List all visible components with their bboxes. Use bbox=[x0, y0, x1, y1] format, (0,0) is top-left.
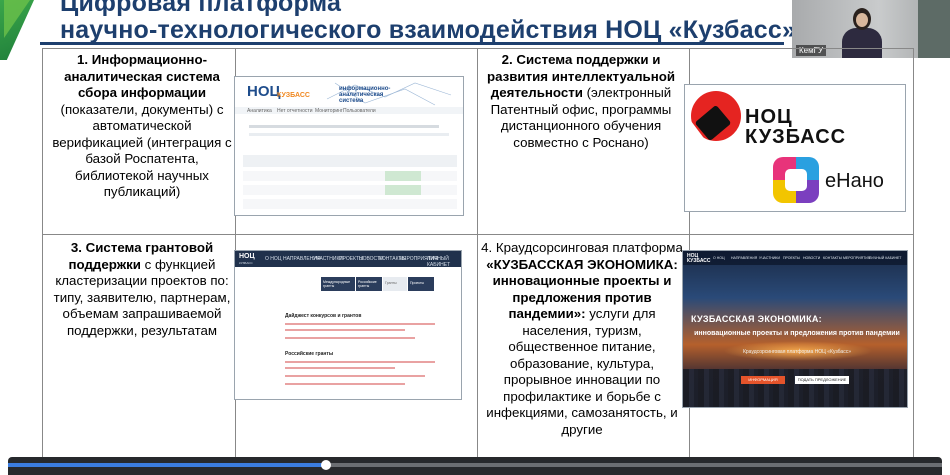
shot1-nav-4[interactable]: Пользователи bbox=[343, 108, 376, 114]
shot1-nav-3[interactable]: Мониторинг bbox=[315, 108, 343, 114]
shot3-tab-1[interactable]: Международные гранты bbox=[321, 277, 355, 291]
shot1-table-row bbox=[243, 185, 457, 195]
shot3-nav-8[interactable]: ЛИЧНЫЙ КАБИНЕТ bbox=[427, 256, 461, 268]
noc-logo-line-1: НОЦ bbox=[745, 106, 793, 128]
shot3-tab-3[interactable]: Гранты bbox=[383, 277, 407, 291]
cell-4-text: 4. Краудсорсинговая платформа «КУЗБАССКА… bbox=[480, 240, 684, 438]
slide-title: Цифровая платформа научно-технологическо… bbox=[60, 0, 797, 44]
hero-nav-1[interactable]: О НОЦ bbox=[713, 256, 725, 260]
cell-3-text: 3. Система грантовой поддержки с функцие… bbox=[48, 240, 236, 339]
cell-1-text: 1. Информационно-аналитическая система с… bbox=[50, 52, 234, 201]
hero-nav-7[interactable]: МЕРОПРИЯТИЯ bbox=[843, 256, 870, 260]
shot3-tab-1-label: Международные гранты bbox=[323, 280, 351, 288]
grants-screenshot: НОЦ КУЗБАСС О НОЦ НАПРАВЛЕНИЯ УЧАСТНИКИ … bbox=[234, 250, 462, 400]
info-system-screenshot: НОЦ КУЗБАСС информационно-аналитическая … bbox=[234, 76, 464, 216]
hero-nav-3[interactable]: УЧАСТНИКИ bbox=[759, 256, 780, 260]
shot3-section-1: Дайджест конкурсов и грантов bbox=[285, 313, 362, 319]
shot1-logo: НОЦ bbox=[247, 83, 281, 100]
shot1-system-title: информационно-аналитическая система bbox=[339, 86, 391, 104]
shot3-tab-3-label: Гранты bbox=[385, 281, 397, 285]
shot3-nav-1[interactable]: О НОЦ bbox=[265, 256, 281, 262]
crowdsourcing-screenshot: НОЦ КУЗБАСС О НОЦ НАПРАВЛЕНИЯ УЧАСТНИКИ … bbox=[682, 250, 908, 408]
cell-1-heading: 1. Информационно-аналитическая система с… bbox=[64, 52, 220, 100]
shot3-link-row[interactable] bbox=[285, 375, 425, 377]
hero-nav-6[interactable]: КОНТАКТЫ bbox=[823, 256, 842, 260]
speaker-face bbox=[856, 13, 868, 27]
shot1-row bbox=[249, 125, 439, 128]
hero-subline: инновационные проекты и предложения прот… bbox=[694, 330, 900, 337]
title-line-1: Цифровая платформа bbox=[60, 0, 342, 17]
shot1-table-cell-highlight bbox=[385, 171, 421, 181]
hero-caption: Краудсорсинговая платформа НОЦ «Кузбасс» bbox=[742, 349, 851, 355]
shot3-tab-2-label: Российские гранты bbox=[358, 280, 377, 288]
enano-logo-text: еНано bbox=[825, 170, 884, 192]
hero-headline: КУЗБАССКАЯ ЭКОНОМИКА: bbox=[691, 314, 822, 324]
shot1-nav-1[interactable]: Аналитика bbox=[247, 108, 272, 114]
shot3-tab-4[interactable]: Проекты bbox=[408, 277, 434, 291]
partner-logos: НОЦ КУЗБАСС еНано bbox=[684, 84, 906, 212]
hero-nav-4[interactable]: ПРОЕКТЫ bbox=[783, 256, 800, 260]
shot3-nav-bar: НОЦ КУЗБАСС О НОЦ НАПРАВЛЕНИЯ УЧАСТНИКИ … bbox=[235, 251, 461, 268]
hero-city-skyline bbox=[683, 369, 907, 407]
shot3-link-row[interactable] bbox=[285, 383, 405, 385]
shot3-logo-sub: КУЗБАСС bbox=[239, 261, 253, 265]
cell-1-body: (показатели, документы) с автоматической… bbox=[52, 101, 232, 200]
hero-nav-2[interactable]: НАПРАВЛЕНИЯ bbox=[731, 256, 757, 260]
shot3-tab-4-label: Проекты bbox=[410, 281, 425, 285]
hero-info-button[interactable]: ИНФОРМАЦИЯ bbox=[741, 376, 785, 384]
shot1-row bbox=[249, 133, 449, 136]
shot3-link-row[interactable] bbox=[285, 361, 435, 363]
title-line-2: научно-технологического взаимодействия Н… bbox=[60, 16, 797, 44]
shot1-table-row bbox=[243, 199, 457, 209]
hero-submit-button[interactable]: ПОДАТЬ ПРЕДЛОЖЕНИЕ bbox=[795, 376, 849, 384]
cell-4-body: услуги для населения, туризм, общественн… bbox=[486, 306, 678, 437]
cell-4-intro: 4. Краудсорсинговая платформа bbox=[481, 240, 683, 255]
shot1-table-header bbox=[243, 155, 457, 167]
cell-2-text: 2. Система поддержки и развития интеллек… bbox=[480, 52, 682, 151]
grid-vline-2 bbox=[477, 49, 478, 474]
shot3-tab-2[interactable]: Российские гранты bbox=[356, 277, 382, 291]
video-progress-fill bbox=[8, 463, 326, 467]
shot3-link-row[interactable] bbox=[285, 329, 405, 331]
title-underline bbox=[40, 42, 784, 45]
hero-nav-5[interactable]: НОВОСТИ bbox=[803, 256, 820, 260]
shot3-link-row[interactable] bbox=[285, 337, 415, 339]
noc-logo-line-2: КУЗБАСС bbox=[745, 126, 847, 148]
enano-logo-icon bbox=[773, 157, 819, 203]
shot1-table-cell-highlight bbox=[385, 185, 421, 195]
noc-logo-text: НОЦ КУЗБАСС bbox=[745, 107, 846, 147]
shot1-nav-2[interactable]: Нет отчетности bbox=[277, 108, 313, 114]
shot3-section-2: Российские гранты bbox=[285, 351, 334, 357]
shot3-link-row[interactable] bbox=[285, 323, 435, 325]
video-progress-handle[interactable] bbox=[321, 460, 331, 470]
shot1-table-row bbox=[243, 171, 457, 181]
hero-logo: НОЦ КУЗБАСС bbox=[687, 253, 711, 264]
video-door bbox=[918, 0, 950, 58]
hero-nav-8[interactable]: ЛИЧНЫЙ КАБИНЕТ bbox=[869, 256, 901, 260]
shot3-link-row[interactable] bbox=[285, 367, 395, 369]
shot1-logo-sub: КУЗБАСС bbox=[277, 92, 310, 99]
shot3-logo: НОЦ bbox=[239, 253, 255, 260]
grid-hline bbox=[43, 234, 913, 235]
